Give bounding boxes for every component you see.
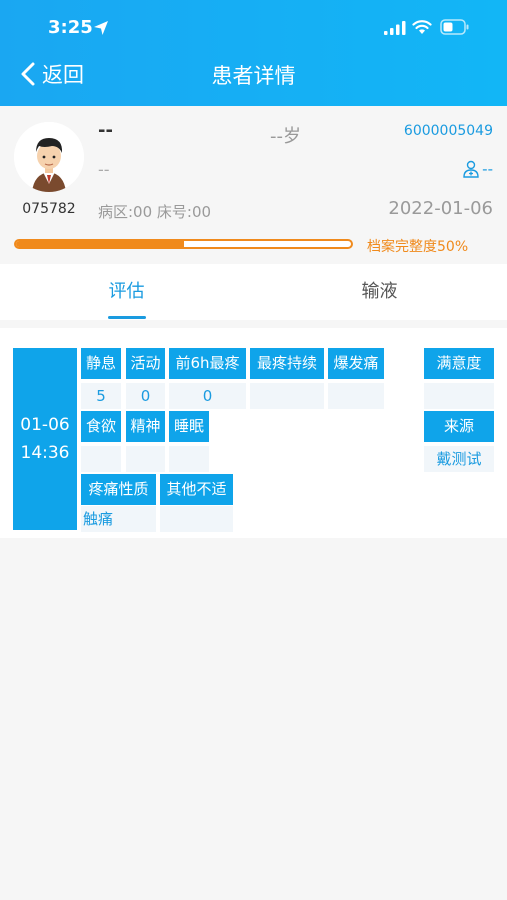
completeness-progress-fill <box>16 241 184 247</box>
battery-icon <box>440 19 469 35</box>
label-satisfaction: 满意度 <box>424 348 494 379</box>
value-satisfaction <box>424 383 494 409</box>
tab-bar: 评估 输液 <box>0 264 507 320</box>
record-time: 14:36 <box>20 443 70 463</box>
record-timestamp: 01-06 14:36 <box>13 348 77 530</box>
patient-subinfo: -- <box>98 160 110 179</box>
label-breakthrough: 爆发痛 <box>328 348 384 379</box>
completeness-progress-bar <box>14 239 353 249</box>
label-activity: 活动 <box>126 348 165 379</box>
signal-icon <box>384 21 406 35</box>
label-sleep: 睡眠 <box>169 411 209 442</box>
doctor-info: -- <box>462 160 493 178</box>
label-appetite: 食欲 <box>81 411 121 442</box>
tab-active-indicator <box>108 316 146 319</box>
completeness-label: 档案完整度50% <box>367 239 469 255</box>
page-title: 患者详情 <box>211 64 296 88</box>
status-time: 3:25 <box>48 17 93 38</box>
value-pain-nature: 触痛 <box>81 506 156 532</box>
label-worst-6h: 前6h最疼 <box>169 348 246 379</box>
patient-date: 2022-01-06 <box>388 198 493 219</box>
doctor-name: -- <box>482 160 493 178</box>
patient-age: --岁 <box>270 126 301 147</box>
location-arrow-icon <box>94 21 108 35</box>
label-source: 来源 <box>424 411 494 442</box>
value-appetite <box>81 446 121 472</box>
patient-number: 6000005049 <box>403 123 493 139</box>
label-other-discomfort: 其他不适 <box>160 474 233 505</box>
avatar <box>14 122 84 192</box>
value-activity: 0 <box>126 383 165 409</box>
value-worst-duration <box>250 383 324 409</box>
assessment-record[interactable]: 01-06 14:36 静息 活动 前6h最疼 最疼持续 爆发痛 满意度 5 0… <box>0 328 507 538</box>
tab-infusion[interactable]: 输液 <box>253 264 506 320</box>
record-date: 01-06 <box>20 415 70 435</box>
patient-name: -- <box>98 120 113 141</box>
value-other-discomfort <box>160 506 233 532</box>
label-pain-nature: 疼痛性质 <box>81 474 156 505</box>
header: 3:25 返回 患者详情 <box>0 0 507 106</box>
status-bar: 3:25 <box>0 0 507 58</box>
doctor-icon <box>463 160 479 178</box>
value-source: 戴测试 <box>424 446 494 472</box>
wifi-icon <box>412 20 432 34</box>
ward-bed: 病区:00 床号:00 <box>98 203 212 221</box>
patient-card: 075782 -- --岁 6000005049 -- -- 病区:00 床号:… <box>0 106 507 264</box>
label-rest: 静息 <box>81 348 121 379</box>
label-spirit: 精神 <box>126 411 165 442</box>
value-sleep <box>169 446 209 472</box>
label-worst-duration: 最疼持续 <box>250 348 324 379</box>
patient-id: 075782 <box>22 201 76 217</box>
value-worst-6h: 0 <box>169 383 246 409</box>
tab-assessment[interactable]: 评估 <box>0 264 253 320</box>
value-rest: 5 <box>81 383 121 409</box>
value-spirit <box>126 446 165 472</box>
value-breakthrough <box>328 383 384 409</box>
